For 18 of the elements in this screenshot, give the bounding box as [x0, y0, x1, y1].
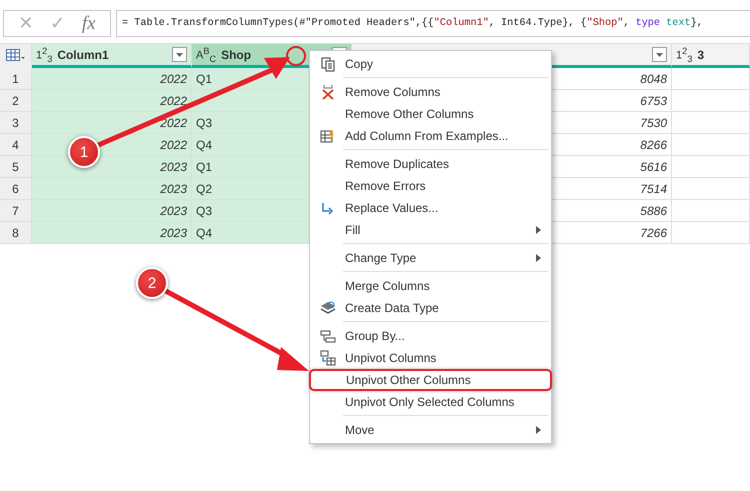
table-cell: 2023 [32, 200, 192, 222]
column-name: 3 [697, 48, 704, 62]
table-cell: 2022 [32, 112, 192, 134]
table-cell: 2023 [32, 222, 192, 244]
row-number: 1 [0, 68, 32, 90]
row-number: 8 [0, 222, 32, 244]
row-number: 4 [0, 134, 32, 156]
row-number: 5 [0, 156, 32, 178]
row-number: 7 [0, 200, 32, 222]
row-number: 2 [0, 90, 32, 112]
table-cell: 2022 [32, 68, 192, 90]
step-badge: 2 [136, 267, 168, 299]
row-number: 6 [0, 178, 32, 200]
column-name: Column1 [57, 48, 109, 62]
row-number: 3 [0, 112, 32, 134]
table-cell: 2023 [32, 178, 192, 200]
table-cell: 2022 [32, 90, 192, 112]
column-name: Shop [221, 48, 252, 62]
